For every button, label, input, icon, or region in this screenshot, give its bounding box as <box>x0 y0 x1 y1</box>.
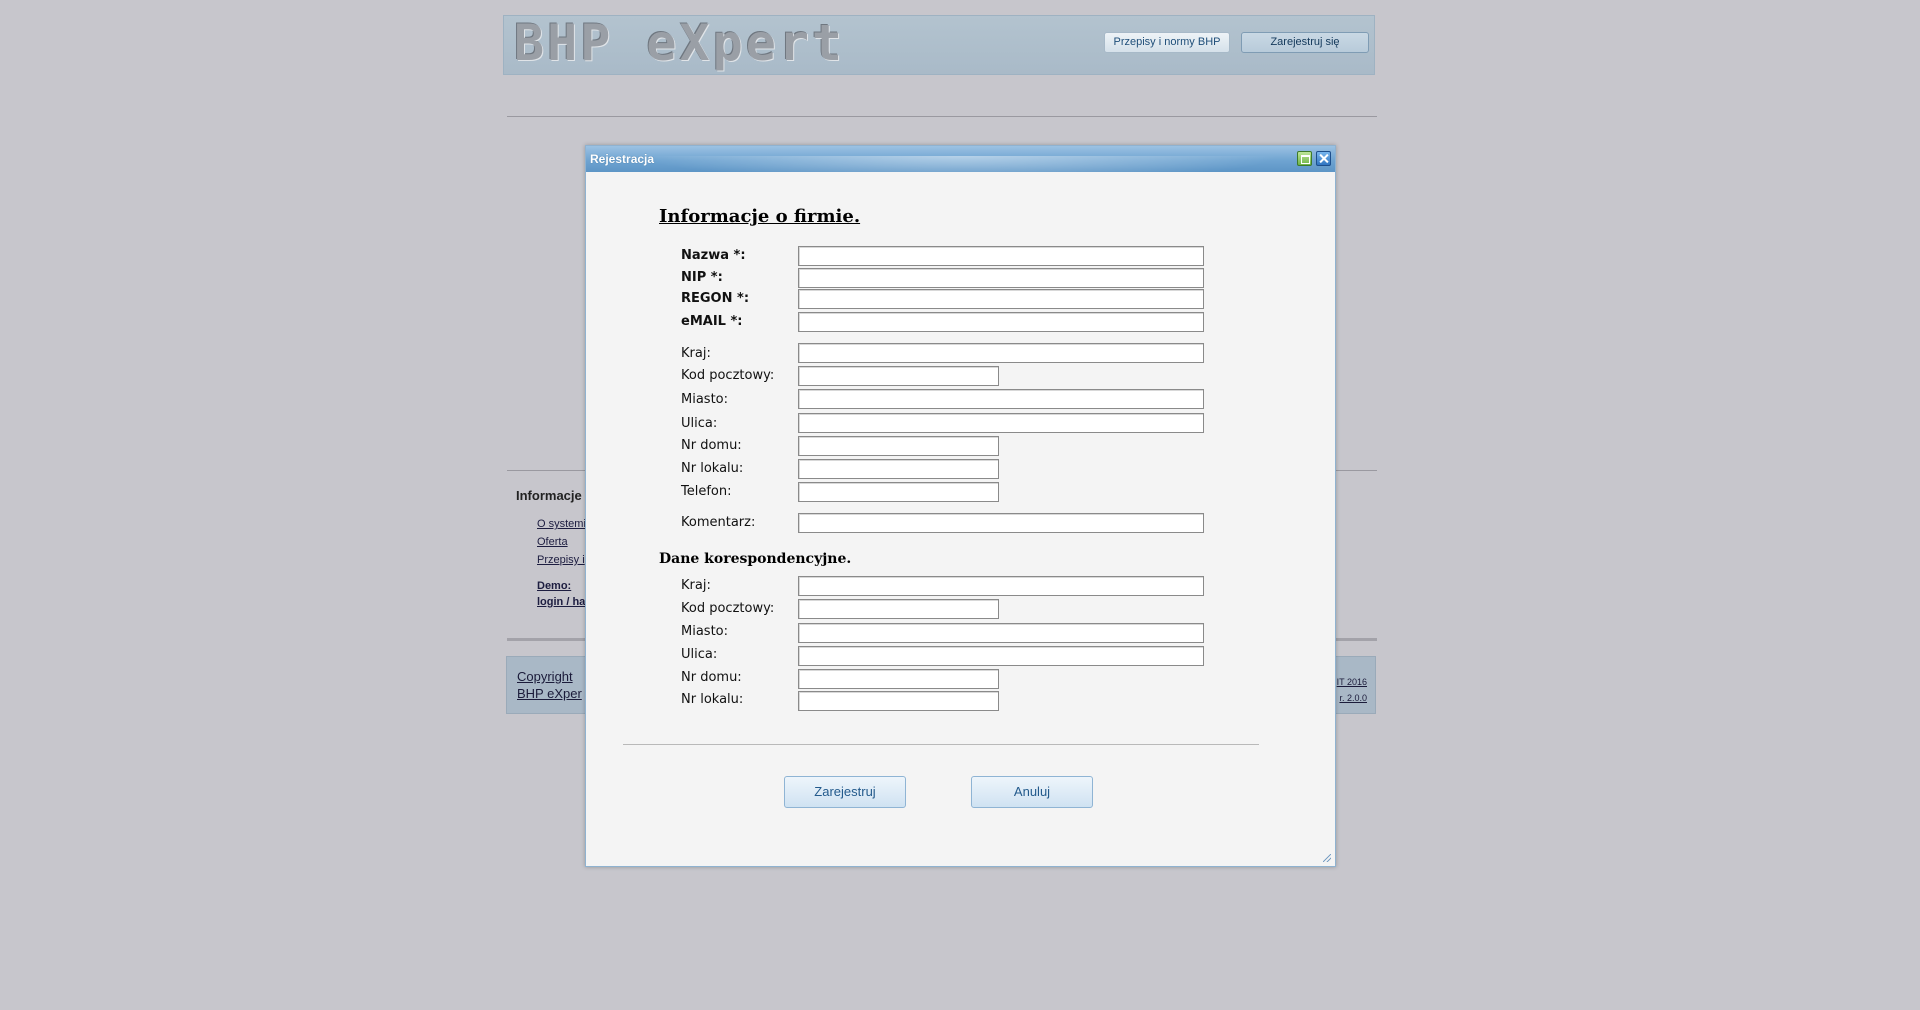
email-label: eMAIL *: <box>681 314 743 329</box>
resize-grip-icon[interactable] <box>1323 854 1331 862</box>
corr-house-label: Nr domu: <box>681 670 742 685</box>
comment-input[interactable] <box>798 513 1204 533</box>
submit-button[interactable]: Zarejestruj <box>784 776 906 808</box>
apartment-input[interactable] <box>798 459 999 479</box>
nip-label: NIP *: <box>681 270 723 285</box>
corr-city-input[interactable] <box>798 623 1204 643</box>
street-label: Ulica: <box>681 416 718 431</box>
country-input[interactable] <box>798 343 1204 363</box>
city-label: Miasto: <box>681 392 728 407</box>
registration-dialog: Rejestracja Informacje o firmie. Nazwa *… <box>585 145 1336 867</box>
regon-label: REGON *: <box>681 291 750 306</box>
footer-demo-login[interactable]: login / ha <box>537 596 585 608</box>
dialog-title: Rejestracja <box>590 152 655 166</box>
company-section-title: Informacje o firmie. <box>659 206 861 227</box>
nip-input[interactable] <box>798 268 1204 288</box>
house-input[interactable] <box>798 436 999 456</box>
correspondence-section-title: Dane korespondencyjne. <box>659 551 852 567</box>
corr-house-input[interactable] <box>798 669 999 689</box>
close-icon[interactable] <box>1316 151 1331 166</box>
footer-link-about[interactable]: O systemi <box>537 518 586 530</box>
site-header: BHP eXpert Przepisy i normy BHP Zarejest… <box>503 14 1375 75</box>
postal-input[interactable] <box>798 366 999 386</box>
country-label: Kraj: <box>681 346 711 361</box>
copyright-right-line1[interactable]: IT 2016 <box>1337 677 1367 687</box>
register-header-button[interactable]: Zarejestruj się <box>1241 32 1369 53</box>
corr-country-input[interactable] <box>798 576 1204 596</box>
name-input[interactable] <box>798 246 1204 266</box>
corr-apartment-label: Nr lokalu: <box>681 692 744 707</box>
laws-button[interactable]: Przepisy i normy BHP <box>1104 32 1230 53</box>
corr-street-input[interactable] <box>798 646 1204 666</box>
corr-apartment-input[interactable] <box>798 691 999 711</box>
copyright-right-line2[interactable]: r. 2.0.0 <box>1339 693 1367 703</box>
name-label: Nazwa *: <box>681 248 746 263</box>
apartment-label: Nr lokalu: <box>681 461 744 476</box>
corr-city-label: Miasto: <box>681 624 728 639</box>
footer-link-laws[interactable]: Przepisy i <box>537 554 585 566</box>
street-input[interactable] <box>798 413 1204 433</box>
maximize-icon[interactable] <box>1297 151 1312 166</box>
dialog-separator <box>623 744 1259 745</box>
regon-input[interactable] <box>798 289 1204 309</box>
footer-demo-label[interactable]: Demo: <box>537 580 571 592</box>
postal-label: Kod pocztowy: <box>681 368 775 383</box>
corr-street-label: Ulica: <box>681 647 718 662</box>
footer-link-offer[interactable]: Oferta <box>537 536 568 548</box>
copyright-line2[interactable]: BHP eXper <box>517 686 582 701</box>
copyright-line1[interactable]: Copyright <box>517 669 573 684</box>
corr-country-label: Kraj: <box>681 578 711 593</box>
corr-postal-input[interactable] <box>798 599 999 619</box>
phone-input[interactable] <box>798 482 999 502</box>
divider-top <box>507 116 1377 117</box>
site-logo: BHP eXpert <box>514 14 846 72</box>
comment-label: Komentarz: <box>681 515 756 530</box>
phone-label: Telefon: <box>681 484 732 499</box>
house-label: Nr domu: <box>681 438 742 453</box>
city-input[interactable] <box>798 389 1204 409</box>
footer-info-title: Informacje <box>516 488 582 503</box>
cancel-button[interactable]: Anuluj <box>971 776 1093 808</box>
email-input[interactable] <box>798 312 1204 332</box>
corr-postal-label: Kod pocztowy: <box>681 601 775 616</box>
dialog-titlebar[interactable]: Rejestracja <box>586 146 1335 172</box>
